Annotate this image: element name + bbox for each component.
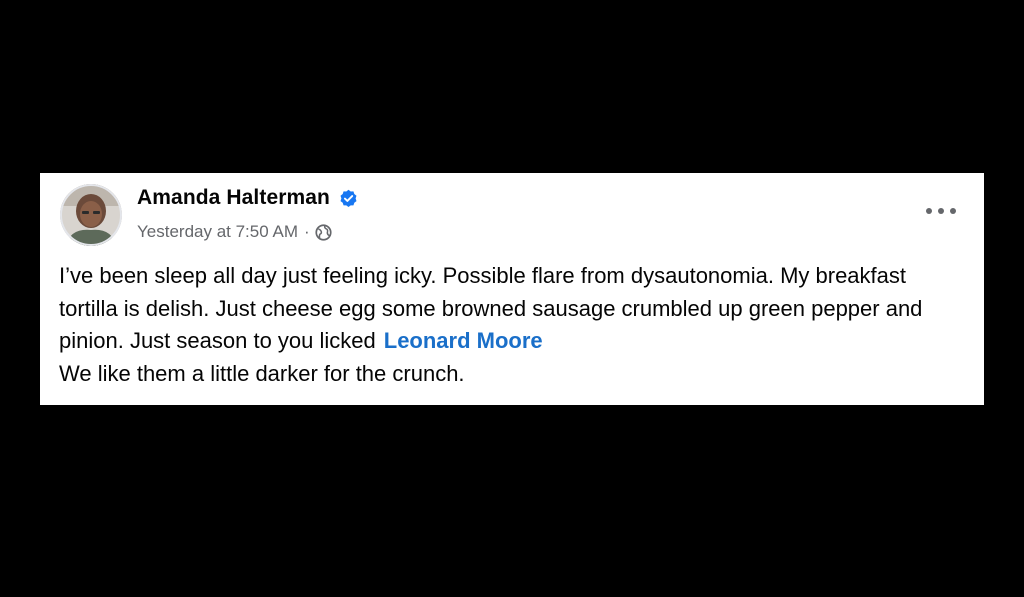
- post-body: I’ve been sleep all day just feeling ick…: [59, 260, 959, 390]
- more-options-icon[interactable]: [926, 201, 956, 221]
- globe-icon[interactable]: [315, 223, 332, 241]
- author-name[interactable]: Amanda Halterman: [137, 186, 358, 210]
- post-text-continued: We like them a little darker for the cru…: [59, 360, 465, 386]
- mention-link[interactable]: Leonard Moore: [384, 328, 543, 353]
- avatar-image: [60, 184, 122, 246]
- meta-separator: ·: [303, 222, 310, 241]
- post-timestamp[interactable]: Yesterday at 7:50 AM: [137, 222, 298, 242]
- post-card: Amanda Halterman Yesterday at 7:50 AM · …: [40, 173, 984, 405]
- more-dot: [950, 208, 956, 214]
- more-dot: [938, 208, 944, 214]
- avatar[interactable]: [60, 184, 122, 246]
- screenshot-frame: Amanda Halterman Yesterday at 7:50 AM · …: [0, 0, 1024, 597]
- author-name-text[interactable]: Amanda Halterman: [137, 186, 330, 210]
- verified-badge-icon: [340, 189, 357, 207]
- more-dot: [926, 208, 932, 214]
- post-meta: Yesterday at 7:50 AM ·: [137, 222, 332, 242]
